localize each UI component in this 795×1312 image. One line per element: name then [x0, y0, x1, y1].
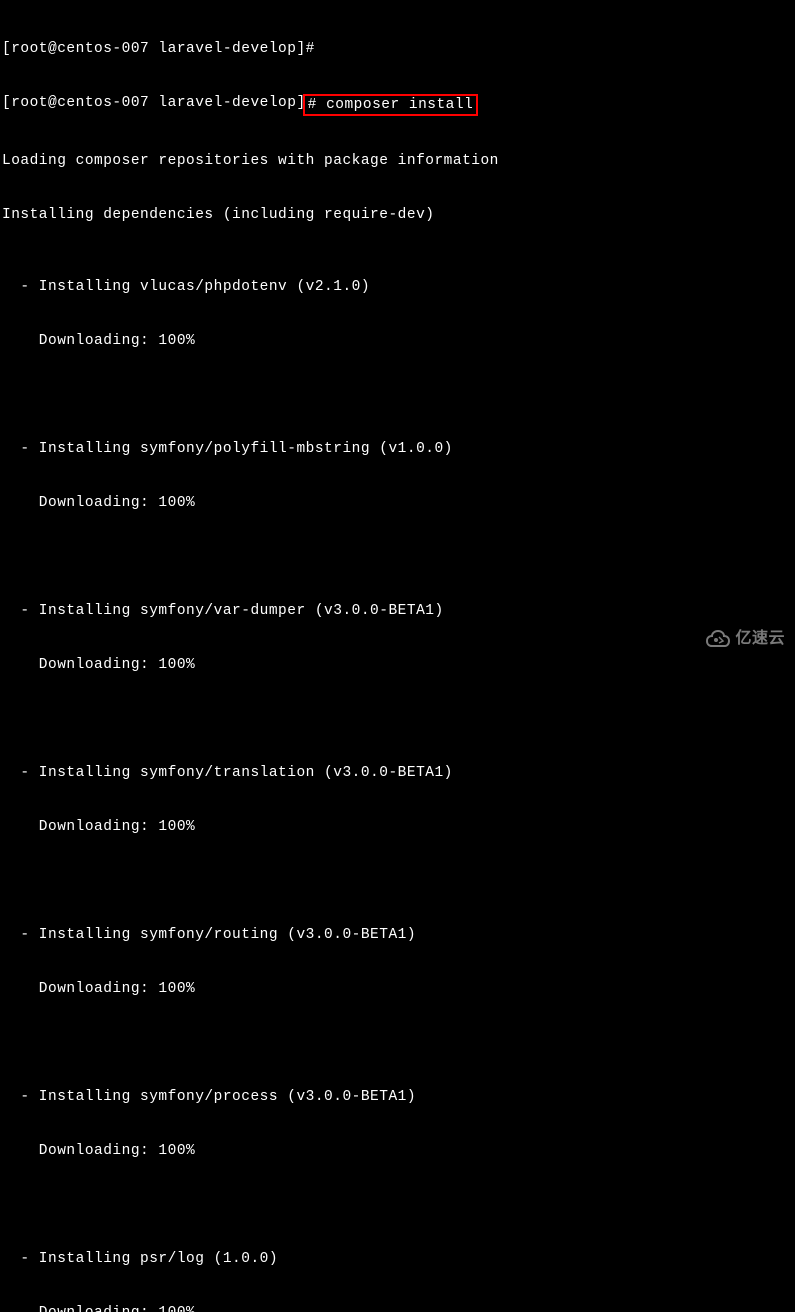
prompt-symbol: # [306, 40, 324, 58]
output-loading: Loading composer repositories with packa… [2, 152, 793, 170]
output-installing-deps: Installing dependencies (including requi… [2, 206, 793, 224]
shell-prompt-command: [root@centos-007 laravel-develop]# compo… [2, 94, 793, 116]
prompt-user-host: [root@centos-007 laravel-develop] [2, 40, 306, 58]
package-download-line: Downloading: 100% [2, 656, 793, 674]
package-install-line: - Installing symfony/polyfill-mbstring (… [2, 440, 793, 458]
blank-line [2, 386, 793, 404]
package-install-line: - Installing psr/log (1.0.0) [2, 1250, 793, 1268]
blank-line [2, 548, 793, 566]
package-download-line: Downloading: 100% [2, 332, 793, 350]
terminal-output[interactable]: [root@centos-007 laravel-develop]# [root… [0, 0, 795, 1312]
watermark-text: 亿速云 [735, 630, 785, 648]
package-download-line: Downloading: 100% [2, 818, 793, 836]
command-highlight-box: # composer install [303, 94, 479, 116]
shell-prompt-empty: [root@centos-007 laravel-develop]# [2, 40, 793, 58]
blank-line [2, 1034, 793, 1052]
blank-line [2, 1196, 793, 1214]
blank-line [2, 872, 793, 890]
package-install-line: - Installing vlucas/phpdotenv (v2.1.0) [2, 278, 793, 296]
package-download-line: Downloading: 100% [2, 980, 793, 998]
package-install-line: - Installing symfony/translation (v3.0.0… [2, 764, 793, 782]
cloud-icon [705, 630, 731, 648]
package-download-line: Downloading: 100% [2, 494, 793, 512]
prompt-user-host: [root@centos-007 laravel-develop] [2, 94, 306, 116]
package-download-line: Downloading: 100% [2, 1304, 793, 1312]
package-install-line: - Installing symfony/process (v3.0.0-BET… [2, 1088, 793, 1106]
prompt-symbol: # [308, 97, 326, 113]
package-install-line: - Installing symfony/routing (v3.0.0-BET… [2, 926, 793, 944]
package-download-line: Downloading: 100% [2, 1142, 793, 1160]
blank-line [2, 710, 793, 728]
watermark-logo: 亿速云 [705, 630, 785, 648]
package-install-line: - Installing symfony/var-dumper (v3.0.0-… [2, 602, 793, 620]
entered-command: composer install [326, 97, 473, 113]
